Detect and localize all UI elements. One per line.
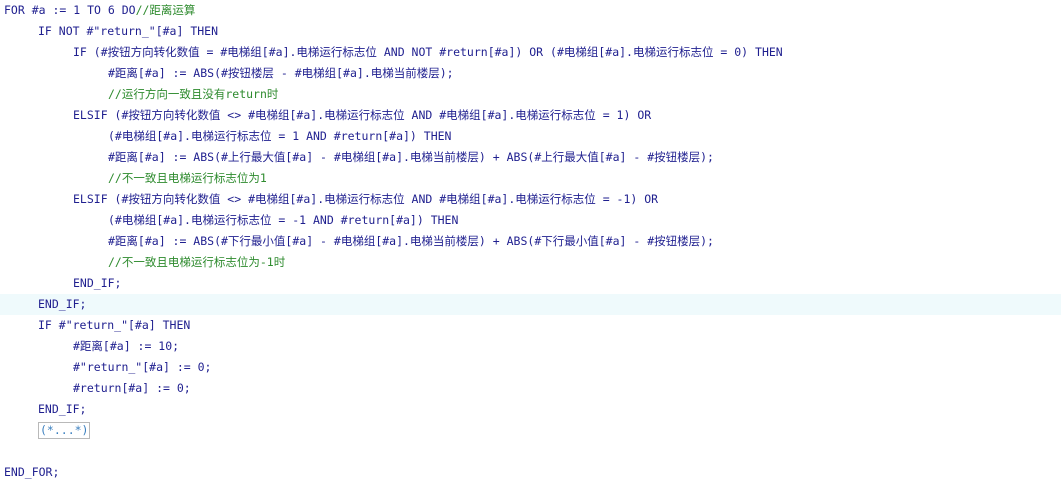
- code-text: (#电梯组[#a].电梯运行标志位 = -1 AND #return[#a]) …: [108, 213, 459, 227]
- code-line-2[interactable]: IF NOT #"return_"[#a] THEN: [0, 21, 1061, 42]
- code-line-21[interactable]: (*...*): [0, 420, 1061, 441]
- code-text: END_IF;: [38, 402, 87, 416]
- code-line-16[interactable]: IF #"return_"[#a] THEN: [0, 315, 1061, 336]
- code-line-14[interactable]: END_IF;: [0, 273, 1061, 294]
- code-text: IF (#按钮方向转化数值 = #电梯组[#a].电梯运行标志位 AND NOT…: [73, 45, 783, 59]
- code-line-23[interactable]: END_FOR;: [0, 462, 1061, 483]
- code-line-19[interactable]: #return[#a] := 0;: [0, 378, 1061, 399]
- code-comment: //距离运算: [135, 3, 196, 17]
- code-line-8[interactable]: #距离[#a] := ABS(#上行最大值[#a] - #电梯组[#a].电梯当…: [0, 147, 1061, 168]
- code-line-11[interactable]: (#电梯组[#a].电梯运行标志位 = -1 AND #return[#a]) …: [0, 210, 1061, 231]
- code-text: FOR #a := 1 TO 6 DO: [4, 3, 136, 17]
- code-line-6[interactable]: ELSIF (#按钮方向转化数值 <> #电梯组[#a].电梯运行标志位 AND…: [0, 105, 1061, 126]
- code-line-18[interactable]: #"return_"[#a] := 0;: [0, 357, 1061, 378]
- code-line-17[interactable]: #距离[#a] := 10;: [0, 336, 1061, 357]
- code-text: #"return_"[#a] := 0;: [73, 360, 212, 374]
- code-line-7[interactable]: (#电梯组[#a].电梯运行标志位 = 1 AND #return[#a]) T…: [0, 126, 1061, 147]
- code-comment: //运行方向一致且没有return时: [108, 87, 279, 101]
- code-line-1[interactable]: FOR #a := 1 TO 6 DO//距离运算: [0, 0, 1061, 21]
- code-text: ELSIF (#按钮方向转化数值 <> #电梯组[#a].电梯运行标志位 AND…: [73, 192, 659, 206]
- code-editor[interactable]: FOR #a := 1 TO 6 DO//距离运算 IF NOT #"retur…: [0, 0, 1061, 490]
- code-line-15-current[interactable]: END_IF;: [0, 294, 1061, 315]
- code-line-20[interactable]: END_IF;: [0, 399, 1061, 420]
- code-line-10[interactable]: ELSIF (#按钮方向转化数值 <> #电梯组[#a].电梯运行标志位 AND…: [0, 189, 1061, 210]
- code-text: END_FOR;: [4, 465, 60, 479]
- collapsed-comment-fold[interactable]: (*...*): [38, 422, 91, 439]
- code-text: #距离[#a] := ABS(#按钮楼层 - #电梯组[#a].电梯当前楼层);: [108, 66, 454, 80]
- code-text: (#电梯组[#a].电梯运行标志位 = 1 AND #return[#a]) T…: [108, 129, 452, 143]
- code-line-3[interactable]: IF (#按钮方向转化数值 = #电梯组[#a].电梯运行标志位 AND NOT…: [0, 42, 1061, 63]
- code-line-13[interactable]: //不一致且电梯运行标志位为-1时: [0, 252, 1061, 273]
- code-text: END_IF;: [38, 297, 87, 311]
- code-text: #距离[#a] := ABS(#上行最大值[#a] - #电梯组[#a].电梯当…: [108, 150, 714, 164]
- code-text: ELSIF (#按钮方向转化数值 <> #电梯组[#a].电梯运行标志位 AND…: [73, 108, 652, 122]
- code-text: IF #"return_"[#a] THEN: [38, 318, 191, 332]
- code-comment: //不一致且电梯运行标志位为1: [108, 171, 267, 185]
- code-comment: //不一致且电梯运行标志位为-1时: [108, 255, 286, 269]
- code-text: #return[#a] := 0;: [73, 381, 191, 395]
- code-text: IF NOT #"return_"[#a] THEN: [38, 24, 219, 38]
- code-line-9[interactable]: //不一致且电梯运行标志位为1: [0, 168, 1061, 189]
- code-text: #距离[#a] := 10;: [73, 339, 180, 353]
- code-text: END_IF;: [73, 276, 122, 290]
- code-line-5[interactable]: //运行方向一致且没有return时: [0, 84, 1061, 105]
- code-line-4[interactable]: #距离[#a] := ABS(#按钮楼层 - #电梯组[#a].电梯当前楼层);: [0, 63, 1061, 84]
- code-line-22-empty[interactable]: [0, 441, 1061, 462]
- code-line-12[interactable]: #距离[#a] := ABS(#下行最小值[#a] - #电梯组[#a].电梯当…: [0, 231, 1061, 252]
- code-text: #距离[#a] := ABS(#下行最小值[#a] - #电梯组[#a].电梯当…: [108, 234, 714, 248]
